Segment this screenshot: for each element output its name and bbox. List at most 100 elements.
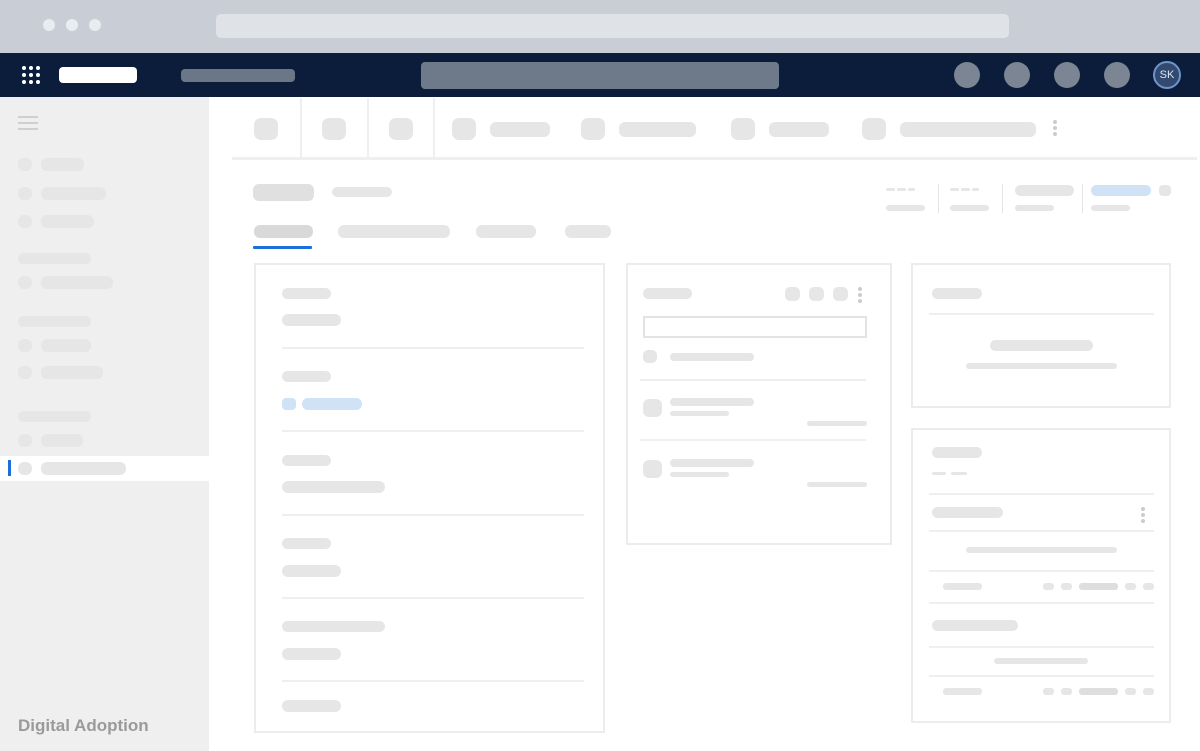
- tab-1[interactable]: [254, 225, 313, 238]
- card-action-icon[interactable]: [785, 287, 800, 301]
- card-title: [643, 288, 692, 299]
- menu-toggle-icon[interactable]: [18, 116, 38, 130]
- toolbar-action-3[interactable]: [769, 122, 829, 137]
- stat-dash: [886, 188, 895, 191]
- sidebar-item-icon: [18, 158, 32, 171]
- stat-link[interactable]: [1091, 185, 1151, 196]
- summary-card: [911, 263, 1171, 408]
- window-close-dot[interactable]: [43, 19, 55, 31]
- list-divider: [640, 439, 866, 441]
- sidebar-item-icon: [18, 434, 32, 447]
- sidebar-item-icon: [18, 366, 32, 379]
- pagination-first[interactable]: [1043, 583, 1054, 590]
- card-divider: [929, 530, 1154, 532]
- card-divider: [929, 493, 1154, 495]
- empty-state-title: [990, 340, 1093, 351]
- pagination-prev[interactable]: [1061, 583, 1072, 590]
- stat-label: [1015, 205, 1054, 211]
- sidebar-item-4[interactable]: [41, 276, 113, 289]
- pagination-next[interactable]: [1125, 583, 1136, 590]
- field-label: [282, 288, 331, 299]
- toolbar-action-1[interactable]: [490, 122, 550, 137]
- card-divider: [929, 313, 1154, 315]
- more-options-icon[interactable]: [1053, 120, 1057, 138]
- list-item-icon: [643, 460, 662, 478]
- pagination-prev[interactable]: [1061, 688, 1072, 695]
- app-logo[interactable]: [59, 67, 137, 83]
- pagination-last[interactable]: [1143, 583, 1154, 590]
- toolbar-action-icon: [581, 118, 605, 140]
- field-label: [282, 538, 331, 549]
- toolbar-action-2[interactable]: [619, 122, 696, 137]
- user-avatar[interactable]: SK: [1153, 61, 1181, 89]
- sidebar-item-6[interactable]: [41, 366, 103, 379]
- field-label: [282, 621, 385, 632]
- sidebar-item-2[interactable]: [41, 187, 106, 200]
- sidebar-item-8[interactable]: [41, 462, 126, 475]
- sidebar-item-1[interactable]: [41, 158, 84, 171]
- activity-input[interactable]: [643, 316, 867, 338]
- stat-value: [1015, 185, 1074, 196]
- sidebar-item-3[interactable]: [41, 215, 94, 228]
- list-item-date: [807, 482, 867, 487]
- tab-3[interactable]: [476, 225, 536, 238]
- nav-icon-2[interactable]: [1004, 62, 1030, 88]
- card-title: [932, 447, 982, 458]
- nav-link[interactable]: [181, 69, 295, 82]
- toolbar-action-icon: [862, 118, 886, 140]
- tab-4[interactable]: [565, 225, 611, 238]
- related-text: [966, 547, 1117, 553]
- pagination-last[interactable]: [1143, 688, 1154, 695]
- window-minimize-dot[interactable]: [66, 19, 78, 31]
- field-divider: [282, 347, 584, 349]
- related-card: [911, 428, 1171, 723]
- toolbar-divider: [367, 98, 369, 158]
- address-bar[interactable]: [216, 14, 1009, 38]
- toolbar-divider: [433, 98, 435, 158]
- sidebar-item-7[interactable]: [41, 434, 83, 447]
- pagination-next[interactable]: [1125, 688, 1136, 695]
- field-value: [282, 648, 341, 660]
- active-indicator: [8, 460, 11, 476]
- field-value: [282, 481, 385, 493]
- toolbar-button-2[interactable]: [322, 118, 346, 140]
- stat-label: [950, 205, 989, 211]
- empty-state-text: [966, 363, 1117, 369]
- nav-icon-3[interactable]: [1054, 62, 1080, 88]
- nav-icon-4[interactable]: [1104, 62, 1130, 88]
- list-item-title[interactable]: [670, 398, 754, 406]
- toolbar-divider: [300, 98, 302, 158]
- apps-grid-icon[interactable]: [22, 66, 40, 84]
- toolbar-action-4[interactable]: [900, 122, 1036, 137]
- stat-icon[interactable]: [1159, 185, 1171, 196]
- sidebar-item-icon: [18, 462, 32, 475]
- list-item-title[interactable]: [670, 459, 754, 467]
- field-link[interactable]: [302, 398, 362, 410]
- more-options-icon[interactable]: [858, 287, 862, 305]
- toolbar-action-icon: [452, 118, 476, 140]
- global-search-input[interactable]: [421, 62, 779, 89]
- more-options-icon[interactable]: [1141, 507, 1145, 525]
- stat-label: [1091, 205, 1130, 211]
- sidebar-item-5[interactable]: [41, 339, 91, 352]
- stat-dash: [908, 188, 915, 191]
- list-item-icon: [643, 399, 662, 417]
- tab-2[interactable]: [338, 225, 450, 238]
- pagination-first[interactable]: [1043, 688, 1054, 695]
- related-section-title[interactable]: [932, 620, 1018, 631]
- nav-icon-1[interactable]: [954, 62, 980, 88]
- card-title: [932, 288, 982, 299]
- sidebar-item-icon: [18, 187, 32, 200]
- toolbar-button-1[interactable]: [254, 118, 278, 140]
- stat-dash: [972, 188, 979, 191]
- related-section-title[interactable]: [932, 507, 1003, 518]
- field-label: [282, 455, 331, 466]
- stat-label: [886, 205, 925, 211]
- field-divider: [282, 430, 584, 432]
- field-value: [282, 565, 341, 577]
- toolbar-button-3[interactable]: [389, 118, 413, 140]
- card-action-icon[interactable]: [809, 287, 824, 301]
- window-maximize-dot[interactable]: [89, 19, 101, 31]
- activity-card: [626, 263, 892, 545]
- card-action-icon[interactable]: [833, 287, 848, 301]
